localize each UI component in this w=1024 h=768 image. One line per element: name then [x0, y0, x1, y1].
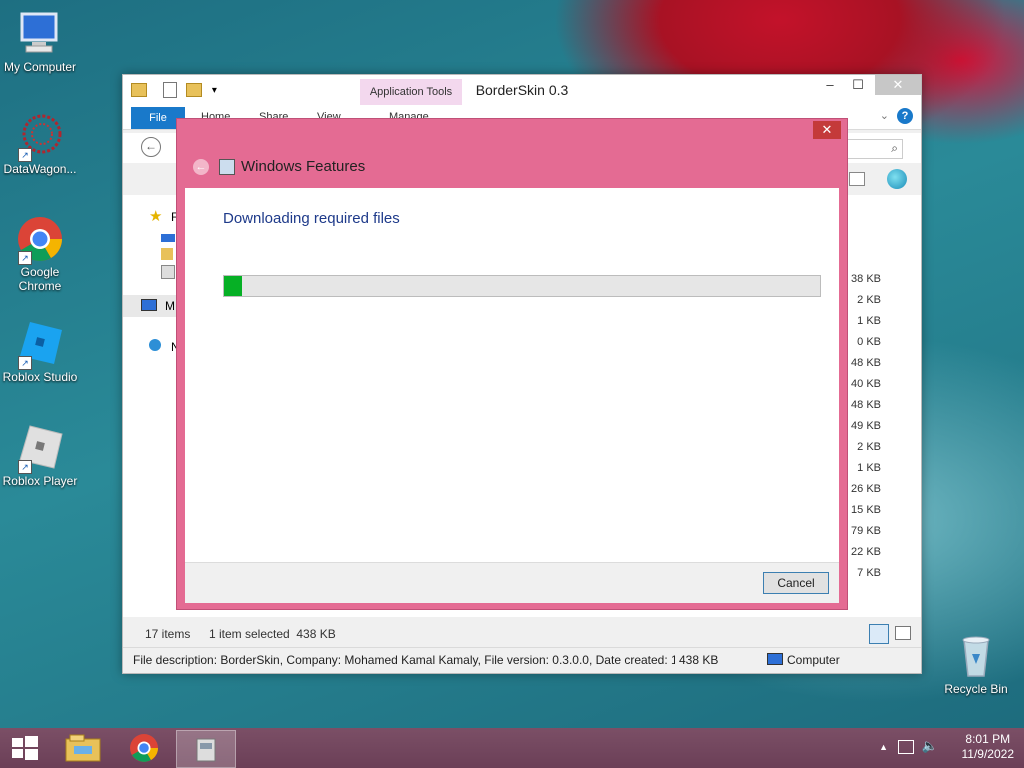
- shortcut-arrow-icon: ↗: [18, 356, 32, 370]
- show-hidden-icons-icon[interactable]: ▲: [879, 742, 888, 752]
- large-icons-view-icon[interactable]: [895, 626, 911, 640]
- windows-logo-icon: [12, 736, 38, 760]
- maximize-button[interactable]: ☐: [843, 75, 873, 95]
- computer-icon: [16, 10, 64, 58]
- dialog-close-button[interactable]: ✕: [813, 121, 841, 139]
- minimize-button[interactable]: –: [815, 75, 845, 95]
- nav-recent[interactable]: [131, 265, 177, 283]
- chrome-icon: [130, 734, 158, 762]
- taskbar-file-explorer[interactable]: [54, 730, 112, 766]
- selection-info: 1 item selected 438 KB: [209, 627, 336, 641]
- desktop-icon-roblox-studio[interactable]: ↗ Roblox Studio: [0, 320, 80, 384]
- volume-icon[interactable]: 🔈: [922, 738, 938, 754]
- taskbar: ▲ 🔈 8:01 PM 11/9/2022: [0, 728, 1024, 768]
- shortcut-arrow-icon: ↗: [18, 148, 32, 162]
- desktop-icon-label: Roblox Player: [2, 474, 78, 488]
- dialog-footer: Cancel: [185, 562, 839, 603]
- nav-downloads[interactable]: [131, 247, 177, 265]
- star-icon: ★: [149, 208, 163, 225]
- download-status-message: Downloading required files: [223, 210, 400, 227]
- windows-features-icon: [219, 159, 235, 175]
- navigation-pane: ★ F M N: [123, 207, 180, 627]
- preview-pane-icon[interactable]: [849, 172, 865, 186]
- taskbar-chrome[interactable]: [115, 730, 173, 766]
- nav-favorites[interactable]: ★ F: [131, 207, 178, 229]
- close-button[interactable]: ✕: [875, 75, 921, 95]
- progress-fill: [224, 276, 242, 296]
- desktop-icon-datawagon[interactable]: ↗ DataWagon...: [0, 112, 80, 176]
- desktop-icon-recycle-bin[interactable]: Recycle Bin: [936, 632, 1016, 696]
- download-progress-bar: [223, 275, 821, 297]
- chrome-icon: ↗: [16, 215, 64, 265]
- desktop-icon-label: Google Chrome: [18, 265, 62, 293]
- item-count: 17 items: [145, 627, 191, 641]
- help-icon[interactable]: ?: [897, 108, 913, 124]
- file-description: File description: BorderSkin, Company: M…: [133, 653, 675, 667]
- desktop: My Computer ↗ DataWagon... ↗ Google Chro…: [0, 0, 1024, 768]
- desktop-icon-google-chrome[interactable]: ↗ Google Chrome: [0, 215, 80, 293]
- network-tray-icon[interactable]: [898, 740, 914, 754]
- datawagon-icon: ↗: [16, 112, 64, 162]
- details-view-icon[interactable]: [869, 624, 889, 644]
- nav-desktop[interactable]: [131, 229, 177, 247]
- nav-network[interactable]: N: [131, 337, 180, 359]
- search-box[interactable]: ⌕: [841, 139, 903, 159]
- desktop-icon: [161, 234, 175, 242]
- dialog-header: ← Windows Features: [183, 149, 839, 187]
- computer-location-icon: [767, 653, 783, 665]
- network-icon: [149, 339, 161, 351]
- location-label: Computer: [787, 653, 840, 667]
- details-bar: File description: BorderSkin, Company: M…: [123, 647, 921, 672]
- back-arrow-icon[interactable]: ←: [193, 159, 209, 175]
- desktop-icon-roblox-player[interactable]: ↗ Roblox Player: [0, 424, 80, 488]
- borderskin-app-icon: [887, 169, 907, 189]
- desktop-icon-label: My Computer: [3, 60, 77, 74]
- windows-features-dialog: ✕ ← Windows Features Downloading require…: [176, 118, 848, 610]
- recycle-bin-icon: [952, 632, 1000, 680]
- shortcut-arrow-icon: ↗: [18, 251, 32, 265]
- computer-small-icon: [141, 299, 157, 311]
- status-bar: 17 items 1 item selected 438 KB: [123, 623, 921, 645]
- cancel-button[interactable]: Cancel: [763, 572, 829, 594]
- desktop-icon-label: Roblox Studio: [2, 370, 78, 384]
- expand-ribbon-icon[interactable]: ⌄: [880, 109, 889, 122]
- borderskin-icon: [196, 738, 216, 762]
- recent-places-icon: [161, 265, 175, 279]
- desktop-icon-my-computer[interactable]: My Computer: [0, 10, 80, 74]
- clock-time: 8:01 PM: [965, 732, 1011, 746]
- roblox-studio-icon: ↗: [16, 320, 64, 370]
- nav-computer[interactable]: M: [123, 295, 177, 317]
- file-size: 438 KB: [679, 653, 719, 667]
- desktop-icon-label: Recycle Bin: [944, 682, 1008, 696]
- roblox-player-icon: ↗: [16, 424, 64, 474]
- nav-computer-label: M: [165, 299, 175, 313]
- file-explorer-icon: [65, 734, 101, 762]
- dialog-body: Downloading required files: [185, 188, 839, 562]
- back-icon[interactable]: ←: [141, 137, 161, 157]
- downloads-icon: [161, 248, 173, 260]
- clock[interactable]: 8:01 PM 11/9/2022: [962, 732, 1015, 762]
- taskbar-borderskin[interactable]: [176, 730, 236, 768]
- search-icon: ⌕: [891, 141, 898, 155]
- desktop-icon-label: DataWagon...: [3, 162, 77, 176]
- start-button[interactable]: [0, 730, 48, 766]
- shortcut-arrow-icon: ↗: [18, 460, 32, 474]
- explorer-title: BorderSkin 0.3: [475, 82, 569, 98]
- explorer-titlebar[interactable]: ▾ Application Tools BorderSkin 0.3 – ☐ ✕: [123, 75, 921, 105]
- dialog-title: Windows Features: [241, 158, 366, 175]
- clock-date: 11/9/2022: [961, 747, 1015, 761]
